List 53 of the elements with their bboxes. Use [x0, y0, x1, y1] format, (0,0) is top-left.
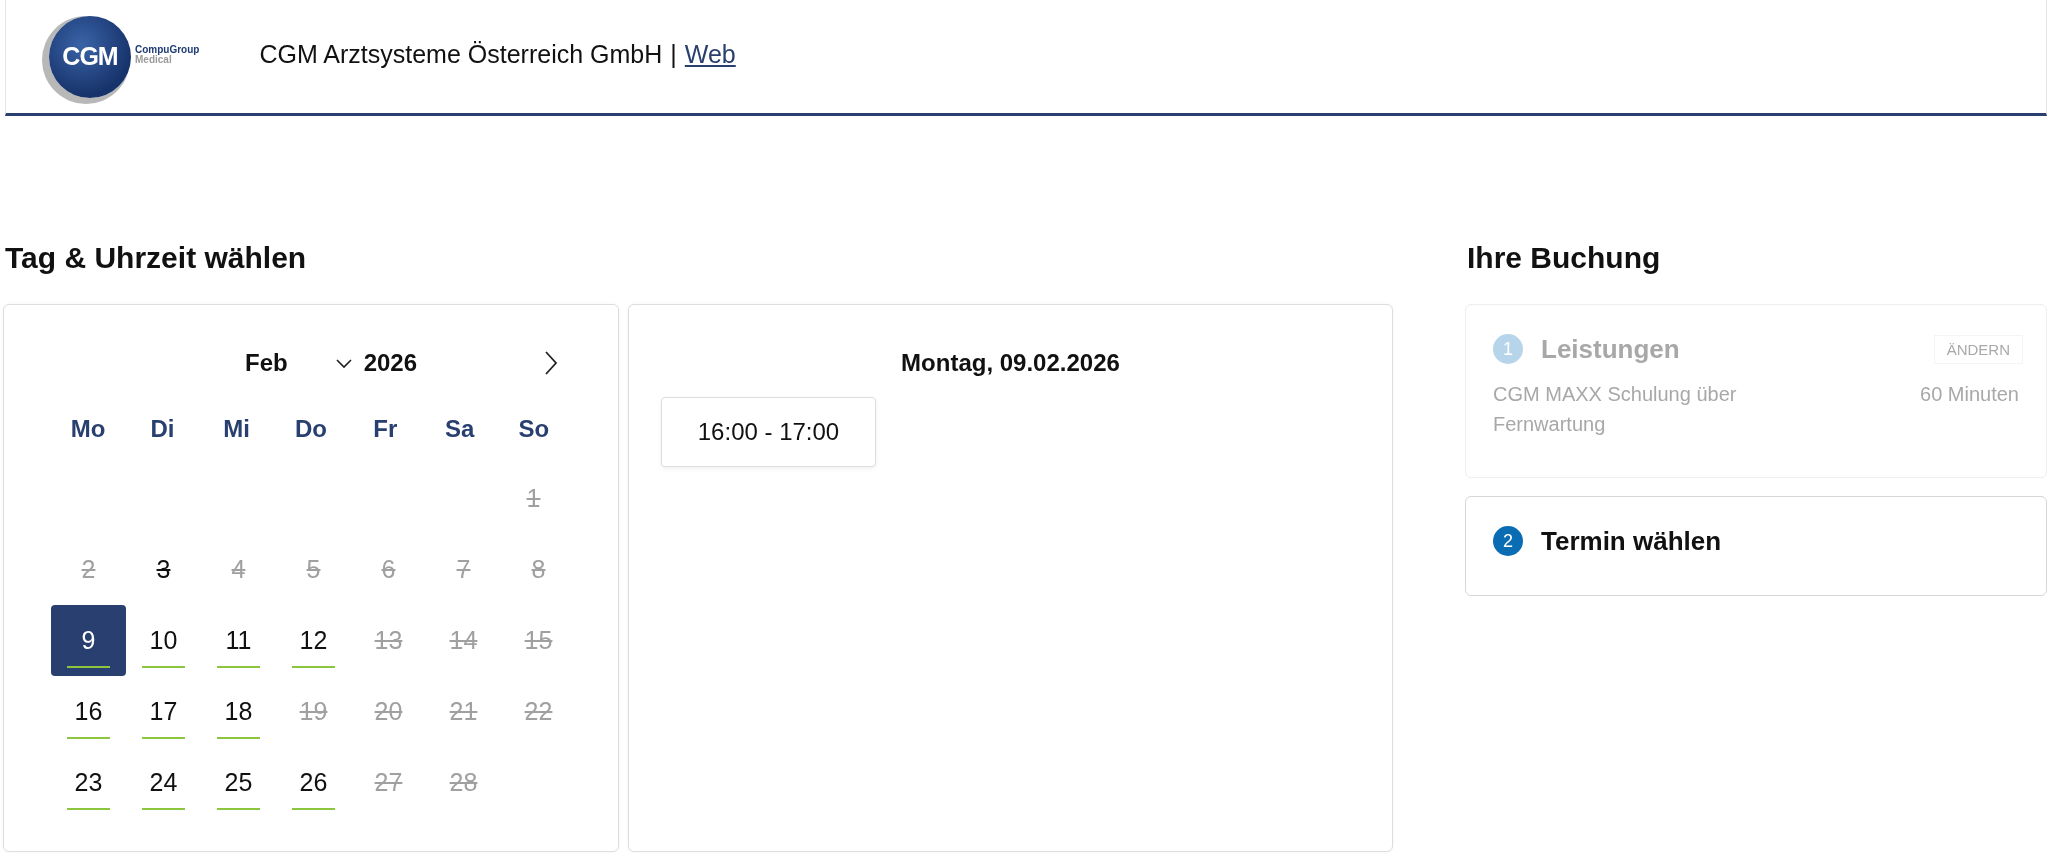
step-title: Leistungen [1541, 333, 1681, 365]
month-select[interactable]: Feb [244, 349, 288, 377]
calendar-day[interactable]: 23 [51, 747, 126, 818]
calendar-day[interactable]: 24 [126, 747, 201, 818]
calendar-day[interactable]: 5 [276, 534, 351, 605]
calendar-day[interactable]: 18 [201, 676, 276, 747]
weekday-label: Sa [444, 415, 475, 443]
step-title: Termin wählen [1541, 525, 1723, 557]
calendar-day[interactable]: 22 [501, 676, 576, 747]
calendar-day[interactable]: 3 [126, 534, 201, 605]
weekday-label: Di [150, 415, 175, 443]
calendar-day[interactable]: 26 [276, 747, 351, 818]
calendar-day[interactable]: 14 [426, 605, 501, 676]
day-title: Montag, 09.02.2026 [900, 348, 1121, 378]
section-title: Ihre Buchung [1467, 240, 1662, 276]
calendar-day[interactable]: 15 [501, 605, 576, 676]
logo-text: Medical [135, 54, 172, 65]
weekday-label: So [518, 415, 550, 443]
calendar-day[interactable]: 2 [51, 534, 126, 605]
step-number: 1 [1493, 334, 1523, 364]
calendar-day[interactable]: 28 [426, 747, 501, 818]
calendar-day[interactable]: 8 [501, 534, 576, 605]
calendar-day[interactable]: 11 [201, 605, 276, 676]
service-name: CGM MAXX Schulung über Fernwartung [1493, 382, 1738, 437]
calendar-day[interactable]: 20 [351, 676, 426, 747]
calendar-day[interactable]: 17 [126, 676, 201, 747]
calendar-day[interactable]: 19 [276, 676, 351, 747]
company-name: CGM Arztsysteme Österreich GmbH [259, 40, 663, 69]
calendar-day[interactable]: 4 [201, 534, 276, 605]
section-title: Tag & Uhrzeit wählen [5, 240, 308, 276]
separator: | [670, 40, 677, 69]
calendar-day[interactable]: 1 [496, 463, 571, 534]
calendar-day[interactable]: 16 [51, 676, 126, 747]
calendar-day[interactable]: 25 [201, 747, 276, 818]
calendar-day[interactable]: 27 [351, 747, 426, 818]
service-duration: 60 Minuten [1920, 382, 2019, 407]
web-link[interactable]: Web [684, 40, 736, 69]
calendar-day[interactable]: 13 [351, 605, 426, 676]
change-button[interactable]: ÄNDERN [1933, 334, 2023, 364]
weekday-label: Mo [70, 415, 106, 443]
calendar-day[interactable]: 10 [126, 605, 201, 676]
year-select[interactable]: 2026 [363, 349, 418, 377]
weekday-label: Mi [223, 415, 251, 443]
calendar-day[interactable]: 6 [351, 534, 426, 605]
calendar-day[interactable]: 9 [51, 605, 126, 676]
step-number: 2 [1493, 526, 1523, 556]
calendar-day[interactable]: 12 [276, 605, 351, 676]
calendar-day[interactable]: 21 [426, 676, 501, 747]
weekday-label: Do [295, 415, 327, 443]
weekday-label: Fr [373, 415, 398, 443]
logo-text: CompuGroup [135, 44, 200, 55]
time-slot[interactable]: 16:00 - 17:00 [661, 397, 876, 467]
calendar-day[interactable]: 7 [426, 534, 501, 605]
